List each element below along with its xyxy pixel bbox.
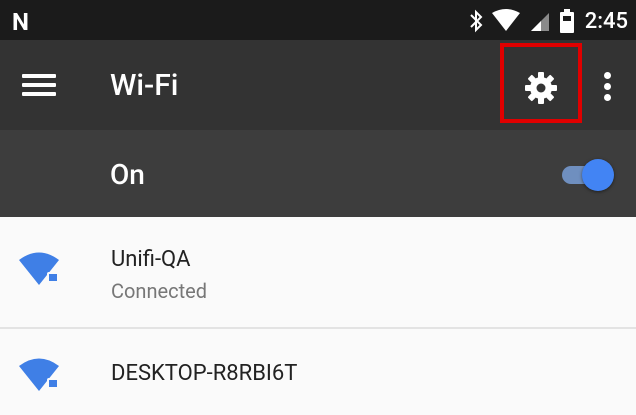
network-item[interactable]: DESKTOP-R8RBI6T bbox=[0, 329, 636, 415]
carrier-logo: N bbox=[12, 8, 29, 36]
network-item[interactable]: Unifi-QA Connected bbox=[0, 217, 636, 329]
wifi-lock-icon bbox=[19, 358, 59, 391]
status-time: 2:45 bbox=[584, 8, 628, 34]
settings-button[interactable] bbox=[521, 68, 561, 108]
wifi-lock-icon bbox=[19, 252, 59, 285]
wifi-toggle[interactable] bbox=[560, 156, 616, 192]
status-icons: 2:45 bbox=[469, 7, 628, 35]
page-title: Wi-Fi bbox=[110, 68, 179, 103]
bluetooth-icon bbox=[469, 9, 483, 33]
cell-signal-icon bbox=[530, 13, 549, 31]
status-bar: N 2:45 bbox=[0, 0, 636, 40]
wifi-signal-icon bbox=[491, 9, 520, 31]
wifi-switch-label: On bbox=[110, 158, 145, 191]
battery-icon bbox=[559, 9, 574, 33]
hamburger-menu-icon[interactable] bbox=[22, 74, 56, 96]
more-vert-icon[interactable] bbox=[596, 66, 620, 106]
network-name: DESKTOP-R8RBI6T bbox=[111, 361, 298, 386]
wifi-switch-bar[interactable]: On bbox=[0, 130, 636, 217]
gear-icon bbox=[525, 72, 557, 104]
network-status: Connected bbox=[111, 279, 208, 303]
network-name: Unifi-QA bbox=[111, 247, 191, 272]
toggle-thumb bbox=[582, 159, 614, 191]
